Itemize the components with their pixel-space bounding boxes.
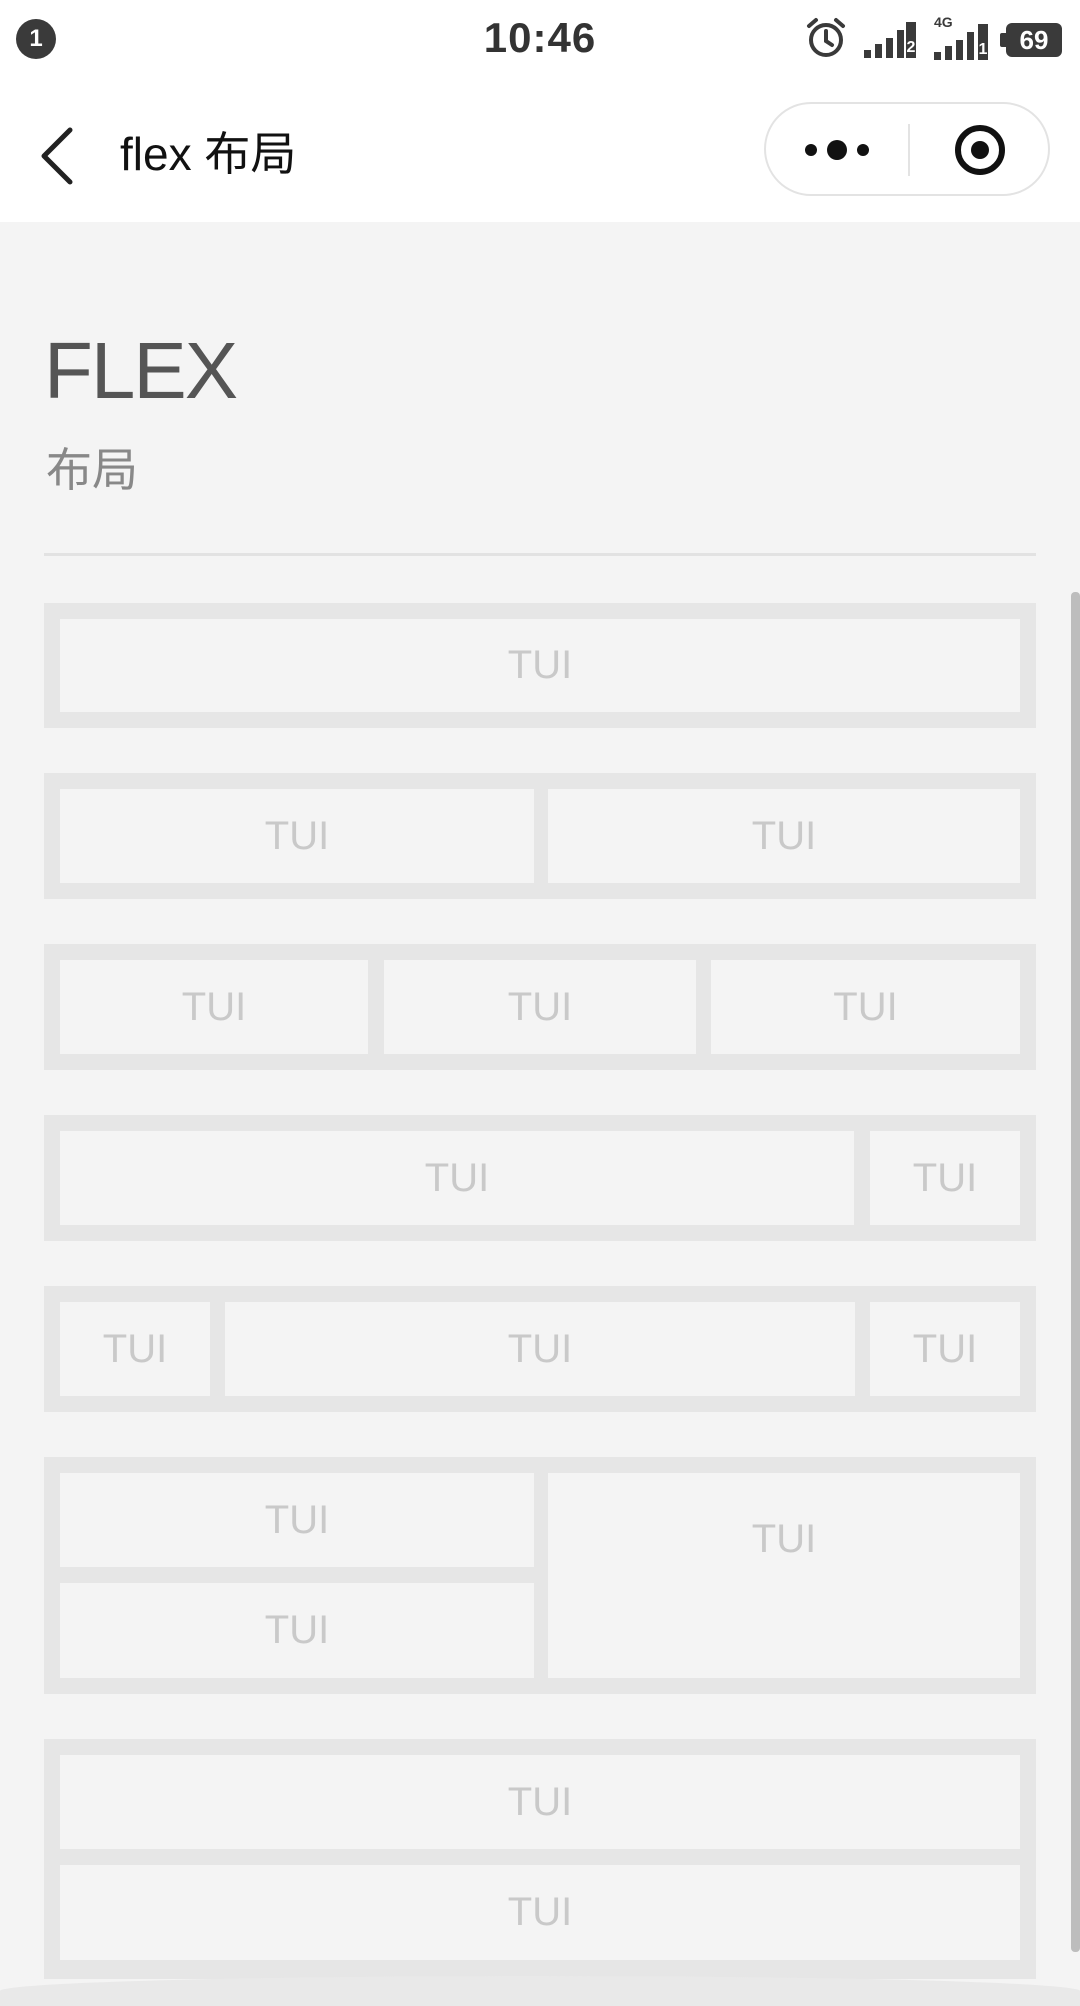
- flex-cell: TUI: [870, 1302, 1020, 1396]
- status-bar: 1 10:46 2 4G 1 69: [0, 0, 1080, 80]
- flex-cell: TUI: [60, 960, 368, 1054]
- header-divider: [44, 553, 1036, 556]
- flex-row-7: TUI TUI: [44, 1739, 1036, 1979]
- flex-row-6: TUI TUI TUI: [44, 1457, 1036, 1694]
- flex-row-4: TUI TUI: [44, 1115, 1036, 1241]
- flex-cell: TUI: [548, 1473, 1020, 1678]
- flex-cell: TUI: [225, 1302, 855, 1396]
- status-icons: 2 4G 1 69: [804, 14, 1062, 65]
- flex-cell: TUI: [60, 1131, 854, 1225]
- bottom-edge: [0, 1976, 1080, 2006]
- signal-sim2-icon: 4G 1: [932, 14, 992, 62]
- page-subtitle: 布局: [46, 444, 138, 496]
- close-miniprogram-button[interactable]: [910, 104, 1050, 194]
- sim2-label: 1: [978, 41, 988, 58]
- flex-cell: TUI: [384, 960, 696, 1054]
- flex-row-1: TUI: [44, 603, 1036, 728]
- flex-cell: TUI: [870, 1131, 1020, 1225]
- scrollbar[interactable]: [1071, 592, 1080, 1952]
- nav-title: flex 布局: [120, 128, 297, 180]
- miniprogram-capsule: [764, 102, 1050, 196]
- flex-cell: TUI: [548, 789, 1020, 883]
- flex-cell: TUI: [60, 1865, 1020, 1960]
- flex-cell: TUI: [60, 1755, 1020, 1849]
- flex-cell: TUI: [60, 1302, 210, 1396]
- flex-cell: TUI: [60, 789, 534, 883]
- more-button[interactable]: [766, 104, 908, 194]
- flex-cell: TUI: [711, 960, 1020, 1054]
- chevron-left-icon: [41, 127, 73, 185]
- target-close-icon: [955, 125, 1005, 175]
- flex-cell: TUI: [60, 1583, 534, 1678]
- battery-indicator: 69: [1000, 23, 1062, 57]
- flex-cell: TUI: [60, 1473, 534, 1567]
- sim1-label: 2: [906, 39, 916, 56]
- flex-row-5: TUI TUI TUI: [44, 1286, 1036, 1412]
- flex-row-3: TUI TUI TUI: [44, 944, 1036, 1070]
- flex-row-2: TUI TUI: [44, 773, 1036, 899]
- navigation-bar: flex 布局: [0, 80, 1080, 222]
- page-title: FLEX: [44, 326, 238, 415]
- more-dots-icon: [805, 140, 869, 160]
- flex-cell: TUI: [60, 619, 1020, 712]
- alarm-icon: [804, 16, 848, 65]
- back-button[interactable]: [36, 120, 86, 190]
- signal-sim1-icon: 2: [862, 20, 918, 60]
